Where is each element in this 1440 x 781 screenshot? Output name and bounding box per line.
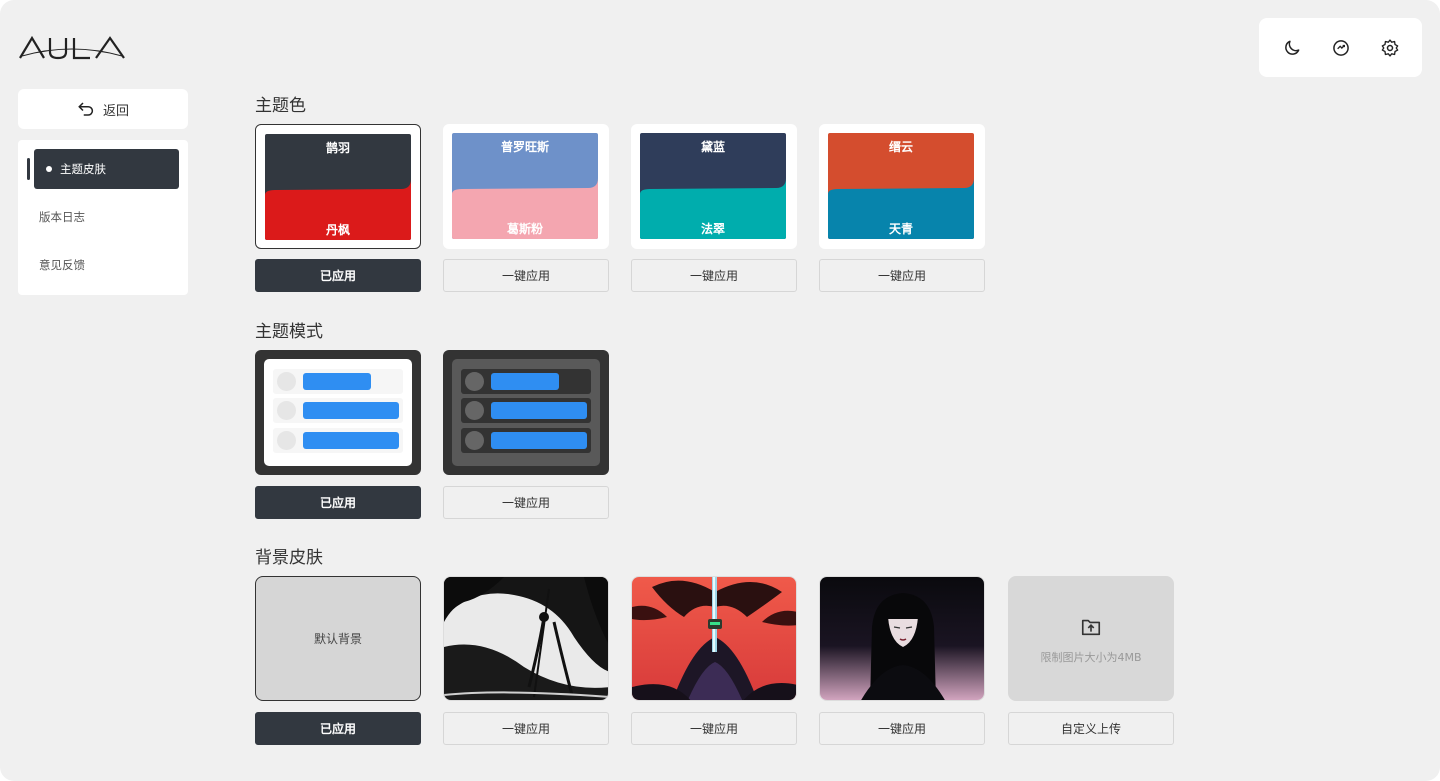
sidebar-item-changelog[interactable]: 版本日志 — [34, 197, 179, 237]
sidebar-item-label: 版本日志 — [39, 210, 85, 224]
upload-hint: 限制图片大小为4MB — [1040, 651, 1142, 664]
preview-row — [461, 398, 591, 423]
sidebar-item-theme-skin[interactable]: 主题皮肤 — [27, 149, 179, 189]
apply-button[interactable]: 一键应用 — [631, 712, 797, 745]
moon-icon[interactable] — [1276, 32, 1308, 64]
color-swatch: 普罗旺斯 葛斯粉 — [452, 133, 598, 239]
dark-mode-preview — [452, 359, 600, 466]
applied-button[interactable]: 已应用 — [255, 259, 421, 292]
light-mode-card[interactable] — [255, 350, 421, 475]
applied-button[interactable]: 已应用 — [255, 712, 421, 745]
apply-button[interactable]: 一键应用 — [443, 259, 609, 292]
custom-upload-button[interactable]: 自定义上传 — [1008, 712, 1174, 745]
apply-button[interactable]: 一键应用 — [819, 259, 985, 292]
section-title-theme-mode: 主题模式 — [255, 322, 323, 342]
color-swatch: 鹊羽 丹枫 — [265, 134, 411, 240]
back-button[interactable]: 返回 — [18, 89, 188, 129]
default-background-label: 默认背景 — [313, 632, 362, 646]
sidebar-item-label: 意见反馈 — [39, 258, 85, 272]
preview-row — [273, 398, 403, 423]
upload-background-card[interactable]: 限制图片大小为4MB — [1008, 576, 1174, 701]
sidebar-item-feedback[interactable]: 意见反馈 — [34, 245, 179, 285]
sidebar-item-label: 主题皮肤 — [60, 162, 106, 176]
color-bottom-name: 葛斯粉 — [506, 222, 543, 236]
section-title-background-skin: 背景皮肤 — [255, 548, 323, 568]
gear-icon[interactable] — [1374, 32, 1406, 64]
side-menu: 主题皮肤 版本日志 意见反馈 — [18, 140, 188, 295]
background-image-card[interactable] — [819, 576, 985, 701]
bullet-icon — [46, 166, 52, 172]
color-swatch: 黛蓝 法翠 — [640, 133, 786, 239]
color-top-name: 黛蓝 — [700, 140, 725, 154]
light-mode-preview — [264, 359, 412, 466]
color-swatch: 缙云 天青 — [828, 133, 974, 239]
background-thumbnail — [632, 577, 796, 700]
applied-button[interactable]: 已应用 — [255, 486, 421, 519]
background-image-card[interactable] — [631, 576, 797, 701]
apply-button[interactable]: 一键应用 — [631, 259, 797, 292]
aula-logo — [19, 35, 125, 60]
apply-button[interactable]: 一键应用 — [443, 486, 609, 519]
preview-row — [461, 369, 591, 394]
color-top-name: 鹊羽 — [325, 141, 350, 155]
theme-color-card[interactable]: 鹊羽 丹枫 — [255, 124, 421, 249]
preview-row — [273, 369, 403, 394]
preview-row — [461, 428, 591, 453]
apply-button[interactable]: 一键应用 — [443, 712, 609, 745]
color-top-name: 缙云 — [888, 140, 913, 154]
app-window: 返回 主题皮肤 版本日志 意见反馈 主题色 鹊羽 丹枫 普罗旺斯 葛斯粉 黛蓝 … — [0, 0, 1440, 781]
undo-icon — [78, 102, 94, 116]
theme-color-card[interactable]: 黛蓝 法翠 — [631, 124, 797, 249]
apply-button[interactable]: 一键应用 — [819, 712, 985, 745]
color-bottom-name: 法翠 — [700, 222, 725, 236]
active-indicator — [27, 158, 30, 180]
color-top-name: 普罗旺斯 — [500, 140, 549, 154]
color-bottom-name: 天青 — [888, 222, 913, 236]
refresh-icon[interactable] — [1325, 32, 1357, 64]
theme-color-card[interactable]: 缙云 天青 — [819, 124, 985, 249]
background-image-card[interactable] — [443, 576, 609, 701]
background-thumbnail — [820, 577, 984, 700]
section-title-theme-color: 主题色 — [255, 96, 306, 116]
dark-mode-card[interactable] — [443, 350, 609, 475]
folder-upload-icon — [1081, 619, 1101, 636]
top-actions — [1259, 18, 1422, 77]
default-background-card[interactable]: 默认背景 — [255, 576, 421, 701]
color-bottom-name: 丹枫 — [325, 223, 350, 237]
back-label: 返回 — [102, 103, 129, 119]
theme-color-card[interactable]: 普罗旺斯 葛斯粉 — [443, 124, 609, 249]
preview-row — [273, 428, 403, 453]
background-thumbnail — [444, 577, 608, 700]
